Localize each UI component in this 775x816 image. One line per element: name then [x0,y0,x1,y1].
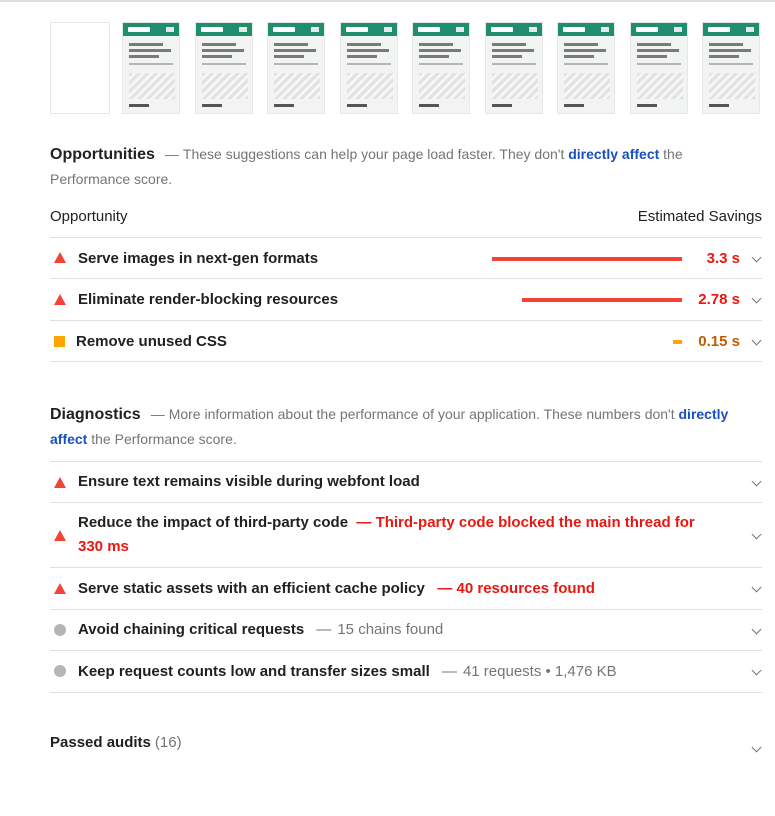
audit-title: Remove unused CSS [76,333,227,350]
audit-display-value: —15 chains found [316,621,444,638]
diagnostic-row-cache-policy[interactable]: Serve static assets with an efficient ca… [50,568,762,609]
savings-bar [492,257,682,261]
audit-title: Avoid chaining critical requests [78,621,305,638]
chevron-down-icon[interactable] [751,293,762,304]
filmstrip [50,22,775,116]
fail-triangle-icon [54,252,66,263]
diagnostic-row-critical-requests[interactable]: Avoid chaining critical requests —15 cha… [50,610,762,650]
filmstrip-frame [702,22,760,114]
chevron-down-icon[interactable] [751,665,762,676]
divider [50,692,762,693]
filmstrip-frame [267,22,325,114]
audit-title-wrap: Serve static assets with an efficient ca… [78,580,595,597]
opportunities-header: Opportunities — These suggestions can help… [50,146,683,187]
diagnostic-row-webfont[interactable]: Ensure text remains visible during webfo… [50,462,762,502]
diagnostics-title: Diagnostics [50,406,141,423]
chevron-down-icon[interactable] [751,529,762,540]
diagnostic-row-request-counts[interactable]: Keep request counts low and transfer siz… [50,651,762,692]
opportunity-row-unused-css[interactable]: Remove unused CSS 0.15 s [50,321,762,361]
passed-audits-label: Passed audits [50,734,151,751]
filmstrip-frame [340,22,398,114]
diagnostics-description-suffix: the Performance score. [91,431,237,447]
chevron-down-icon[interactable] [751,252,762,263]
savings-value: 0.15 s [698,333,740,350]
diagnostics-description: More information about the performance o… [168,406,675,422]
info-circle-icon [54,665,66,677]
chevron-down-icon[interactable] [751,476,762,487]
audit-title: Eliminate render-blocking resources [78,291,339,308]
average-square-icon [54,336,65,347]
fail-triangle-icon [54,583,66,594]
filmstrip-frame-blank [50,22,110,114]
chevron-down-icon[interactable] [751,742,762,753]
audit-title-wrap: Keep request counts low and transfer siz… [78,663,617,680]
audit-display-value: —41 requests • 1,476 KB [441,663,617,680]
chevron-down-icon[interactable] [751,335,762,346]
passed-audits-toggle[interactable]: Passed audits (16) [50,734,762,758]
audit-title: Serve static assets with an efficient ca… [78,580,425,597]
audit-title: Serve images in next-gen formats [78,250,319,267]
estimated-savings-column-label: Estimated Savings [637,208,762,225]
directly-affect-link[interactable]: directly affect [568,146,659,162]
opportunity-row-next-gen-images[interactable]: Serve images in next-gen formats 3.3 s [50,238,762,278]
audit-title: Reduce the impact of third-party code [78,514,349,531]
filmstrip-frame [630,22,688,114]
diagnostic-row-third-party[interactable]: Reduce the impact of third-party code — … [50,503,762,567]
opportunities-description: These suggestions can help your page loa… [182,146,565,162]
opportunity-column-header: Opportunity Estimated Savings [50,208,762,230]
savings-value: 2.78 s [698,291,740,308]
fail-triangle-icon [54,530,66,541]
savings-value: 3.3 s [706,250,740,267]
filmstrip-frame [412,22,470,114]
filmstrip-frame [485,22,543,114]
diagnostics-header: Diagnostics — More information about the p… [50,406,729,447]
opportunity-column-label: Opportunity [50,208,128,225]
opportunity-row-render-blocking[interactable]: Eliminate render-blocking resources 2.78… [50,279,762,320]
audit-title: Keep request counts low and transfer siz… [78,663,430,680]
audit-title-wrap: Avoid chaining critical requests —15 cha… [78,621,443,638]
fail-triangle-icon [54,294,66,305]
info-circle-icon [54,624,66,636]
fail-triangle-icon [54,477,66,488]
audit-title-wrap: Reduce the impact of third-party code — … [78,511,718,559]
divider [50,361,762,362]
chevron-down-icon[interactable] [751,624,762,635]
top-divider [0,0,775,2]
filmstrip-frame [557,22,615,114]
audit-title: Ensure text remains visible during webfo… [78,473,420,490]
passed-audits-count: (16) [154,734,182,751]
audit-display-value: — 40 resources found [429,580,595,597]
savings-bar [522,298,682,302]
opportunities-title: Opportunities [50,146,155,163]
chevron-down-icon[interactable] [751,582,762,593]
savings-bar [673,340,682,344]
filmstrip-frame [195,22,253,114]
filmstrip-frame [122,22,180,114]
